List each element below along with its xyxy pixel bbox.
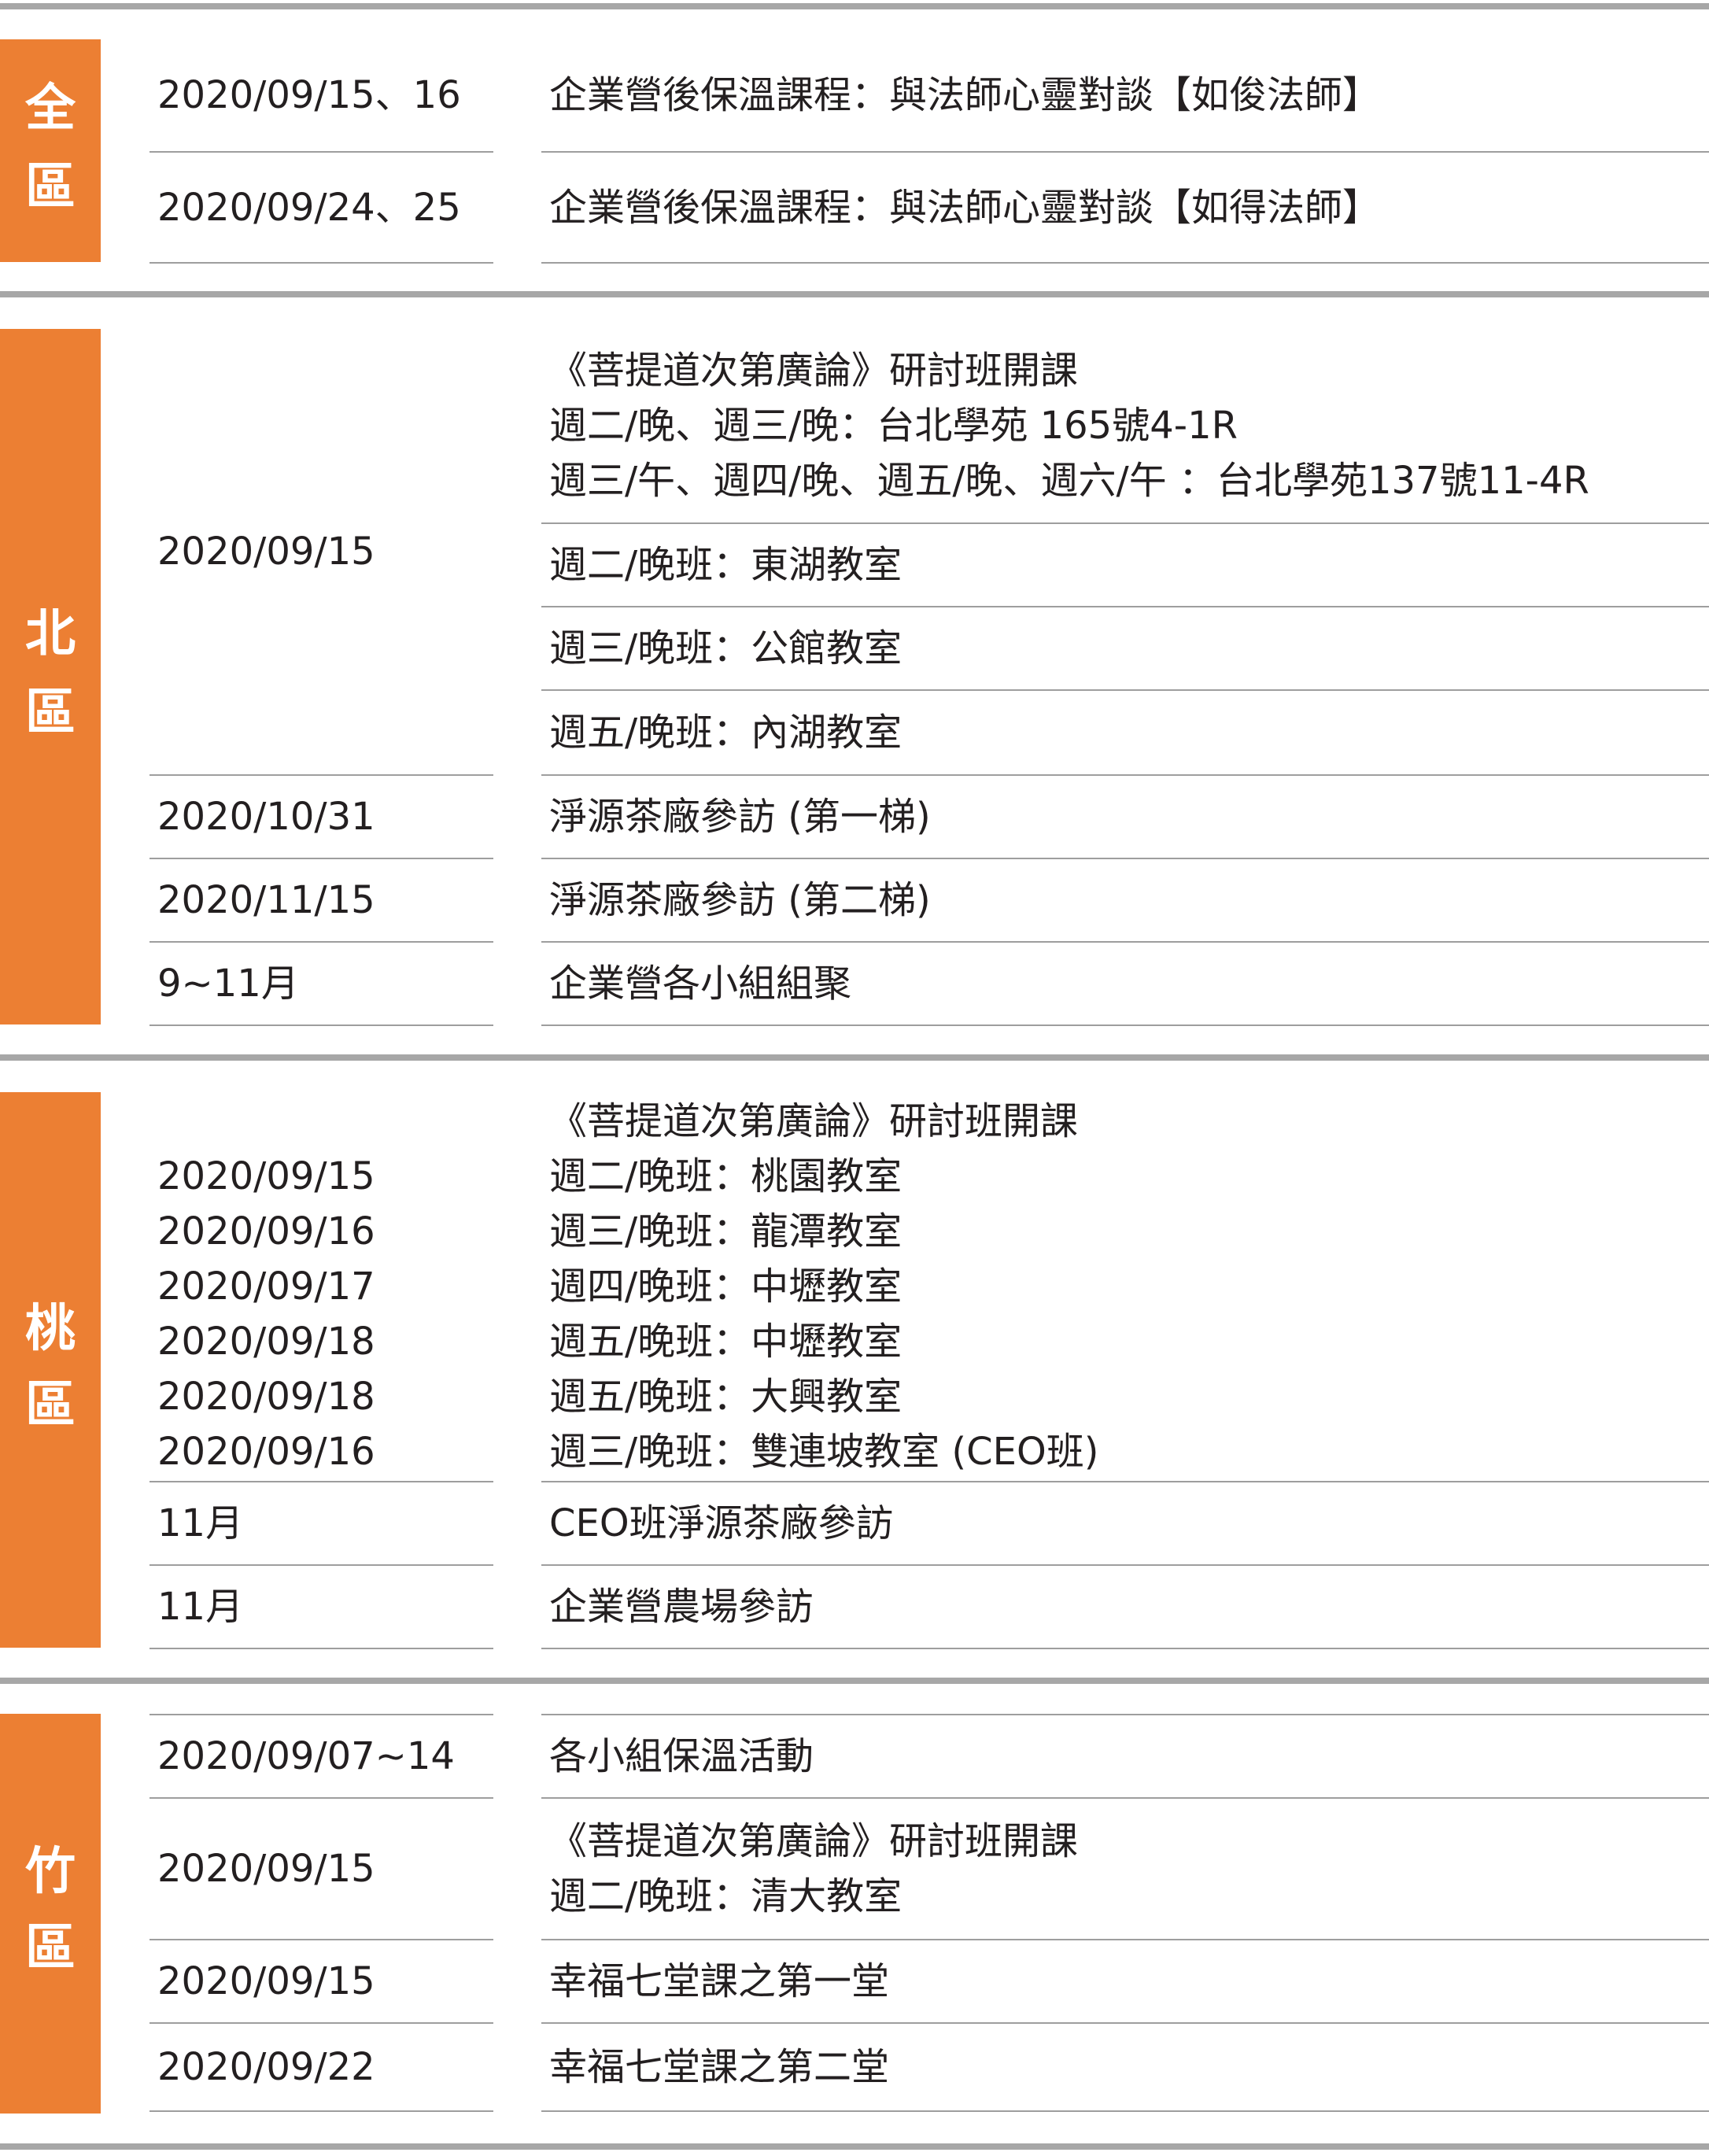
schedule-row: 週三/晚班：公館教室	[0, 607, 1709, 691]
row-divider	[149, 262, 493, 264]
event-description: 《菩提道次第廣論》研討班開課 週二/晚、週三/晚：台北學苑 165號4-1R 週…	[549, 349, 1589, 503]
event-date: 11月	[157, 1585, 244, 1629]
event-description: 幸福七堂課之第一堂	[549, 1959, 890, 2003]
schedule-row: 週二/晚班：東湖教室	[0, 524, 1709, 607]
schedule-row: 2020/09/24、25 企業營後保溫課程：與法師心靈對談【如得法師】	[0, 153, 1709, 264]
event-description: 幸福七堂課之第二堂	[549, 2045, 890, 2089]
region-separator	[0, 2143, 1709, 2150]
region-separator	[0, 1678, 1709, 1684]
event-description: 《菩提道次第廣論》研討班開課 週二/晚班：桃園教室 週三/晚班：龍潭教室 週四/…	[549, 1099, 1099, 1474]
event-date: 2020/09/24、25	[157, 185, 461, 230]
schedule-row: 2020/09/15 《菩提道次第廣論》研討班開課 週二/晚班：清大教室	[0, 1799, 1709, 1940]
event-date: 2020/09/22	[157, 2045, 375, 2089]
event-description: 週五/晚班：內湖教室	[549, 711, 902, 755]
event-description: 企業營農場參訪	[549, 1585, 814, 1629]
row-divider	[541, 1648, 1709, 1649]
event-date: 2020/10/31	[157, 795, 375, 839]
region-tao: 桃 區 2020/09/15 2020/09/16 2020/09/17 202…	[0, 1092, 1709, 1649]
event-description: 淨源茶廠參訪 (第一梯)	[549, 795, 931, 839]
event-description: 週二/晚班：東湖教室	[549, 543, 902, 587]
row-divider	[149, 2110, 493, 2112]
event-date: 2020/09/15	[157, 1959, 375, 2003]
schedule-row: 11月 CEO班淨源茶廠參訪	[0, 1482, 1709, 1566]
event-description: CEO班淨源茶廠參訪	[549, 1501, 894, 1545]
event-description: 淨源茶廠參訪 (第二梯)	[549, 878, 931, 922]
region-separator	[0, 291, 1709, 297]
event-description: 企業營各小組組聚	[549, 962, 852, 1006]
event-date: 2020/09/07~14	[157, 1734, 455, 1778]
row-divider	[541, 2110, 1709, 2112]
schedule-row: 9~11月 企業營各小組組聚	[0, 943, 1709, 1026]
region-bei: 北 區 2020/09/15 《菩提道次第廣論》研討班開課 週二/晚、週三/晚：…	[0, 329, 1709, 1026]
row-divider	[149, 1024, 493, 1026]
schedule-row: 2020/10/31 淨源茶廠參訪 (第一梯)	[0, 776, 1709, 859]
event-description: 企業營後保溫課程：與法師心靈對談【如俊法師】	[549, 73, 1381, 117]
row-divider	[541, 1024, 1709, 1026]
event-date: 9~11月	[157, 962, 299, 1006]
row-divider	[149, 1648, 493, 1649]
event-description: 《菩提道次第廣論》研討班開課 週二/晚班：清大教室	[549, 1819, 1079, 1918]
event-date: 2020/09/15 2020/09/16 2020/09/17 2020/09…	[157, 1154, 375, 1474]
region-quan: 全 區 2020/09/15、16 企業營後保溫課程：與法師心靈對談【如俊法師】…	[0, 39, 1709, 264]
schedule-row: 2020/09/15 2020/09/16 2020/09/17 2020/09…	[0, 1092, 1709, 1482]
schedule-row: 2020/09/07~14 各小組保溫活動	[0, 1715, 1709, 1799]
event-date: 2020/09/15	[157, 1847, 375, 1891]
schedule-row: 2020/09/15 幸福七堂課之第一堂	[0, 1940, 1709, 2024]
row-divider	[541, 262, 1709, 264]
schedule-row: 11月 企業營農場參訪	[0, 1566, 1709, 1649]
event-date: 2020/09/15、16	[157, 73, 461, 117]
event-description: 各小組保溫活動	[549, 1734, 814, 1778]
schedule-row: 2020/11/15 淨源茶廠參訪 (第二梯)	[0, 859, 1709, 943]
event-description: 週三/晚班：公館教室	[549, 626, 902, 670]
schedule-row: 《菩提道次第廣論》研討班開課 週二/晚、週三/晚：台北學苑 165號4-1R 週…	[0, 329, 1709, 524]
event-date: 2020/11/15	[157, 878, 375, 922]
schedule-row: 週五/晚班：內湖教室	[0, 691, 1709, 776]
region-separator	[0, 3, 1709, 9]
event-date: 11月	[157, 1501, 244, 1545]
schedule-row: 2020/09/22 幸福七堂課之第二堂	[0, 2024, 1709, 2112]
schedule-row: 2020/09/15、16 企業營後保溫課程：與法師心靈對談【如俊法師】	[0, 39, 1709, 153]
region-separator	[0, 1054, 1709, 1061]
region-zhu: 竹 區 2020/09/07~14 各小組保溫活動 2020/09/15 《菩提…	[0, 1714, 1709, 2114]
event-description: 企業營後保溫課程：與法師心靈對談【如得法師】	[549, 185, 1381, 230]
